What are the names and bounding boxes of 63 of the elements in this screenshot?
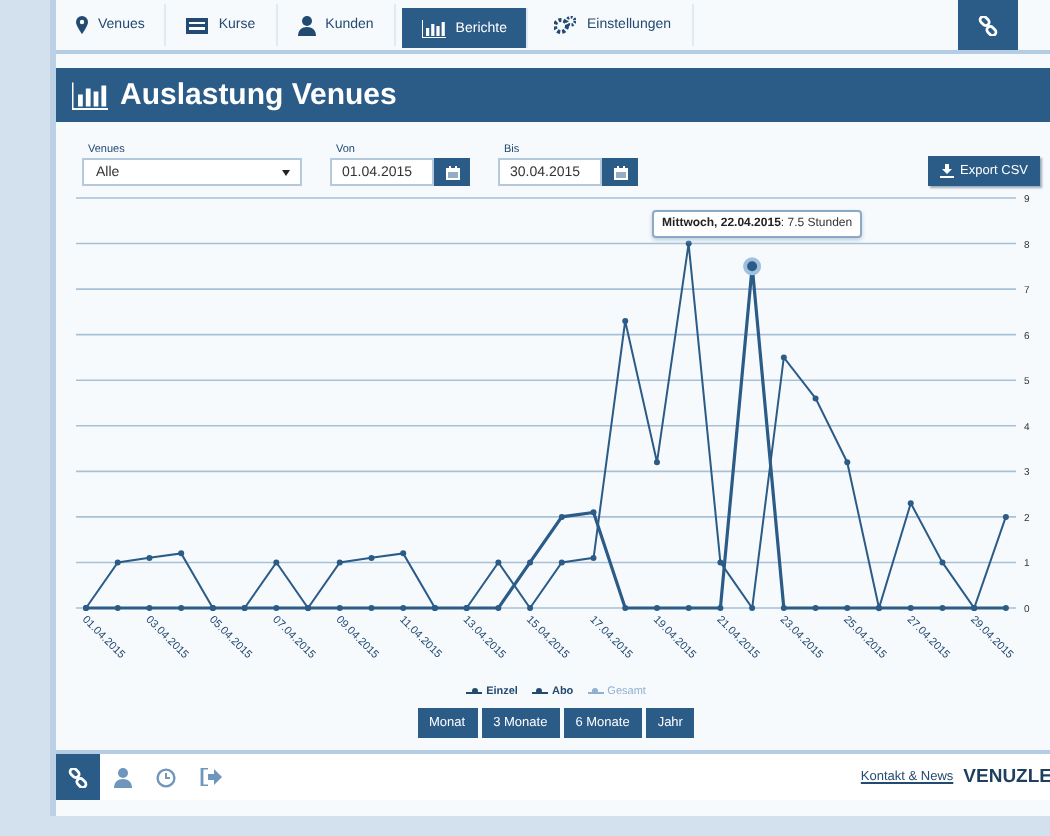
- data-point: [622, 605, 629, 611]
- download-icon: [940, 164, 955, 178]
- data-point: [400, 605, 407, 611]
- bar-chart-icon: [421, 19, 446, 37]
- gears-icon: [554, 16, 577, 34]
- card-icon: [186, 17, 209, 33]
- data-point: [844, 459, 851, 466]
- person-icon: [113, 767, 131, 787]
- data-point: [178, 550, 185, 557]
- data-point: [273, 605, 280, 611]
- data-point: [717, 605, 724, 611]
- data-point: [939, 605, 946, 611]
- data-point: [907, 500, 914, 507]
- calendar-icon: [445, 165, 459, 179]
- data-point: [368, 554, 375, 561]
- link-icon: [978, 15, 998, 35]
- data-point: [558, 559, 565, 566]
- calendar-icon: [613, 165, 627, 179]
- data-point: [717, 559, 724, 566]
- data-point: [812, 605, 819, 611]
- data-point: [844, 605, 851, 611]
- data-point: [653, 459, 660, 466]
- link-icon: [68, 767, 88, 787]
- bar-chart-icon: [72, 81, 108, 109]
- data-point: [685, 605, 692, 611]
- calendar-button[interactable]: [602, 158, 638, 186]
- data-point: [178, 605, 185, 611]
- data-point: [1002, 513, 1009, 520]
- data-point: [685, 240, 692, 247]
- data-point: [368, 605, 375, 611]
- sign-out-icon: [199, 768, 221, 786]
- map-pin-icon: [76, 16, 88, 34]
- data-point: [336, 559, 343, 566]
- data-point: [780, 354, 787, 361]
- data-point: [622, 318, 629, 324]
- person-icon: [297, 15, 316, 35]
- data-point: [114, 559, 121, 566]
- footer-button[interactable]: [56, 754, 100, 800]
- data-point: [939, 559, 946, 566]
- data-point: [590, 554, 597, 561]
- data-point: [527, 605, 534, 611]
- link-button[interactable]: [958, 0, 1018, 50]
- clock-icon: [156, 767, 176, 787]
- data-point: [114, 605, 121, 611]
- data-point: [336, 605, 343, 611]
- data-point: [558, 513, 565, 520]
- data-point: [812, 395, 819, 402]
- calendar-button[interactable]: [434, 158, 470, 186]
- data-point: [495, 559, 502, 566]
- data-point: [527, 559, 534, 566]
- data-point: [907, 605, 914, 611]
- data-point: [146, 605, 153, 611]
- data-point: [400, 550, 407, 557]
- data-point: [146, 554, 153, 561]
- data-point: [780, 605, 787, 611]
- data-point: [1002, 605, 1009, 611]
- data-point: [749, 605, 756, 611]
- data-point: [590, 509, 597, 516]
- data-point: [495, 605, 502, 611]
- data-point: [653, 605, 660, 611]
- highlighted-point: [743, 257, 762, 276]
- page-title: Auslastung Venues: [120, 78, 397, 112]
- data-point: [273, 559, 280, 566]
